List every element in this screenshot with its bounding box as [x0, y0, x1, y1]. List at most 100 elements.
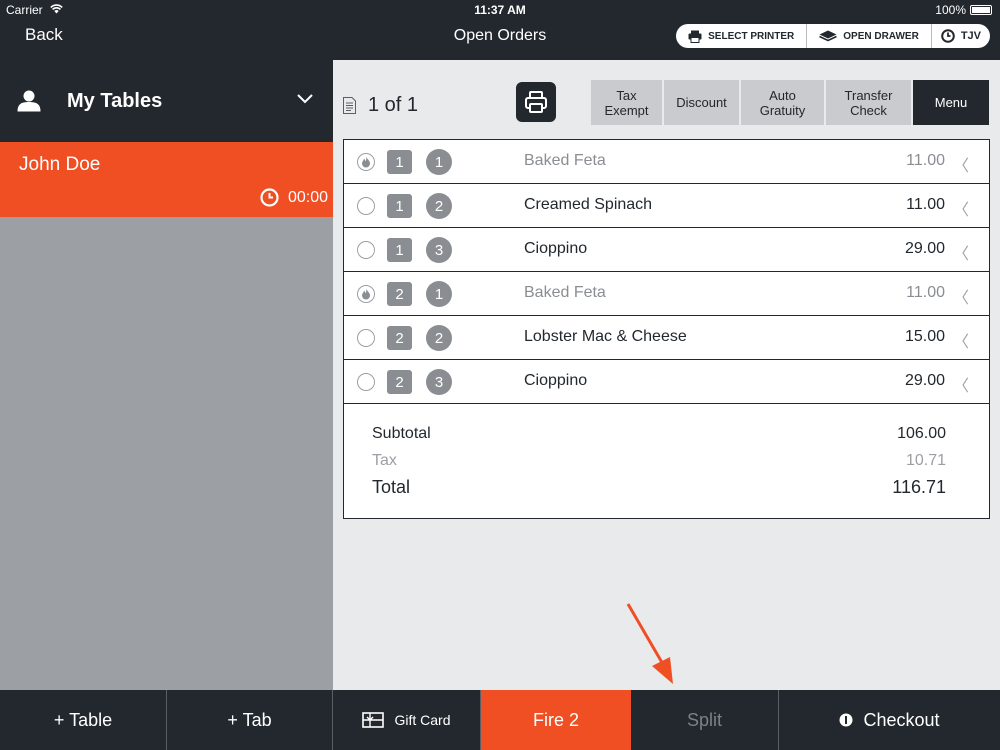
- discount-button[interactable]: Discount: [664, 80, 739, 125]
- course-badge: 2: [426, 193, 452, 219]
- bottom-bar: + Table + Tab Gift Card Fire 2 Split Che…: [0, 690, 1000, 750]
- item-name: Cioppino: [524, 240, 588, 257]
- total-label: Total: [372, 477, 411, 497]
- table-time-value: 00:00: [287, 188, 328, 206]
- select-radio[interactable]: [357, 197, 375, 215]
- split-button[interactable]: Split: [631, 690, 779, 750]
- tables-sidebar: My Tables John Doe 00:00: [0, 60, 333, 690]
- select-printer-button[interactable]: SELECT PRINTER: [676, 24, 808, 48]
- select-radio[interactable]: [357, 373, 375, 391]
- drawer-icon: [819, 30, 838, 42]
- tax-exempt-button[interactable]: Tax Exempt: [591, 80, 662, 125]
- item-price: 29.00: [904, 372, 945, 389]
- fire-button[interactable]: Fire 2: [481, 690, 631, 750]
- order-row[interactable]: 1 2 Creamed Spinach 11.00 〈: [344, 184, 989, 228]
- order-row[interactable]: 2 2 Lobster Mac & Cheese 15.00 〈: [344, 316, 989, 360]
- item-name: Cioppino: [524, 372, 588, 389]
- subtotal-value: 106.00: [897, 425, 946, 442]
- seat-badge: 1: [387, 238, 412, 262]
- gift-card-button[interactable]: Gift Card: [333, 690, 481, 750]
- check-panel: 1 of 1 Tax Exempt Discount Auto Gratuity T…: [333, 60, 1000, 690]
- chevron-down-icon: [297, 94, 313, 104]
- transfer-check-button[interactable]: Transfer Check: [826, 80, 911, 125]
- checkout-button[interactable]: Checkout: [779, 690, 1000, 750]
- select-radio[interactable]: [357, 285, 375, 303]
- user-initials: TJV: [960, 30, 981, 42]
- tax-label: Tax: [372, 452, 397, 469]
- auto-gratuity-button[interactable]: Auto Gratuity: [741, 80, 824, 125]
- clock-time: 11:37 AM: [474, 3, 526, 17]
- check-pagination: 1 of 1: [343, 94, 418, 117]
- seat-badge: 2: [387, 282, 412, 306]
- chevron-left-icon[interactable]: 〈: [953, 284, 969, 308]
- table-timer: 00:00: [260, 188, 328, 207]
- order-rows: 1 1 Baked Feta 11.00 〈 1 2 Creamed Spinach 11.00…: [344, 140, 989, 404]
- chevron-left-icon[interactable]: 〈: [953, 196, 969, 220]
- chevron-left-icon[interactable]: 〈: [953, 240, 969, 264]
- open-drawer-button[interactable]: OPEN DRAWER: [807, 24, 932, 48]
- timer-icon: [260, 188, 279, 207]
- item-name: Creamed Spinach: [524, 196, 653, 213]
- course-badge: 2: [426, 325, 452, 351]
- select-radio[interactable]: [357, 329, 375, 347]
- add-table-button[interactable]: + Table: [0, 690, 167, 750]
- user-tjv-button[interactable]: TJV: [932, 24, 990, 48]
- clock-icon: [941, 29, 955, 43]
- flame-icon: [362, 156, 370, 168]
- item-name: Baked Feta: [524, 284, 606, 301]
- select-printer-label: SELECT PRINTER: [708, 30, 795, 42]
- seat-badge: 1: [387, 150, 412, 174]
- chevron-left-icon[interactable]: 〈: [953, 372, 969, 396]
- gift-card-icon: [362, 712, 385, 728]
- order-row[interactable]: 1 1 Baked Feta 11.00 〈: [344, 140, 989, 184]
- info-icon: [839, 713, 853, 727]
- item-price: 11.00: [906, 152, 945, 169]
- top-bar: Carrier 11:37 AM 100% Back Open Orders S…: [0, 0, 1000, 60]
- order-row[interactable]: 2 3 Cioppino 29.00 〈: [344, 360, 989, 404]
- add-tab-button[interactable]: + Tab: [167, 690, 333, 750]
- my-tables-label: My Tables: [67, 89, 163, 112]
- check-tools: Tax Exempt Discount Auto Gratuity Transfer…: [591, 80, 989, 125]
- checkout-label: Checkout: [863, 709, 940, 730]
- item-name: Baked Feta: [524, 152, 606, 169]
- select-radio[interactable]: [357, 241, 375, 259]
- flame-icon: [362, 288, 370, 300]
- select-radio[interactable]: [357, 153, 375, 171]
- page-info-text: 1 of 1: [368, 94, 419, 116]
- document-icon: [343, 97, 356, 114]
- course-badge: 3: [426, 237, 452, 263]
- order-row[interactable]: 2 1 Baked Feta 11.00 〈: [344, 272, 989, 316]
- seat-badge: 2: [387, 326, 412, 350]
- course-badge: 1: [426, 149, 452, 175]
- battery-indicator: 100%: [935, 3, 992, 17]
- table-item-john-doe[interactable]: John Doe 00:00: [0, 142, 333, 217]
- chevron-left-icon[interactable]: 〈: [953, 328, 969, 352]
- tax-value: 10.71: [905, 452, 946, 469]
- subtotal-label: Subtotal: [372, 425, 431, 442]
- battery-icon: [970, 5, 992, 15]
- seat-badge: 2: [387, 370, 412, 394]
- printer-icon: [688, 30, 702, 43]
- item-price: 29.00: [904, 240, 945, 257]
- back-button[interactable]: Back: [25, 25, 63, 45]
- course-badge: 3: [426, 369, 452, 395]
- user-icon: [17, 90, 41, 112]
- top-action-group: SELECT PRINTER OPEN DRAWER TJV: [676, 24, 990, 48]
- battery-percent: 100%: [935, 3, 966, 17]
- item-price: 11.00: [906, 284, 945, 301]
- open-drawer-label: OPEN DRAWER: [843, 30, 919, 42]
- menu-button[interactable]: Menu: [913, 80, 989, 125]
- print-check-button[interactable]: [516, 82, 556, 122]
- printer-icon: [525, 91, 547, 113]
- gift-card-label: Gift Card: [394, 712, 451, 728]
- item-price: 15.00: [904, 328, 945, 345]
- check-totals: Subtotal 106.00 Tax 10.71 Total 116.71: [344, 404, 989, 518]
- table-name: John Doe: [19, 154, 101, 175]
- seat-badge: 1: [387, 194, 412, 218]
- order-list: 1 1 Baked Feta 11.00 〈 1 2 Creamed Spinach 11.00…: [343, 139, 990, 519]
- total-value: 116.71: [892, 477, 946, 497]
- my-tables-dropdown[interactable]: My Tables: [0, 60, 333, 142]
- chevron-left-icon[interactable]: 〈: [953, 152, 969, 176]
- item-price: 11.00: [906, 196, 945, 213]
- order-row[interactable]: 1 3 Cioppino 29.00 〈: [344, 228, 989, 272]
